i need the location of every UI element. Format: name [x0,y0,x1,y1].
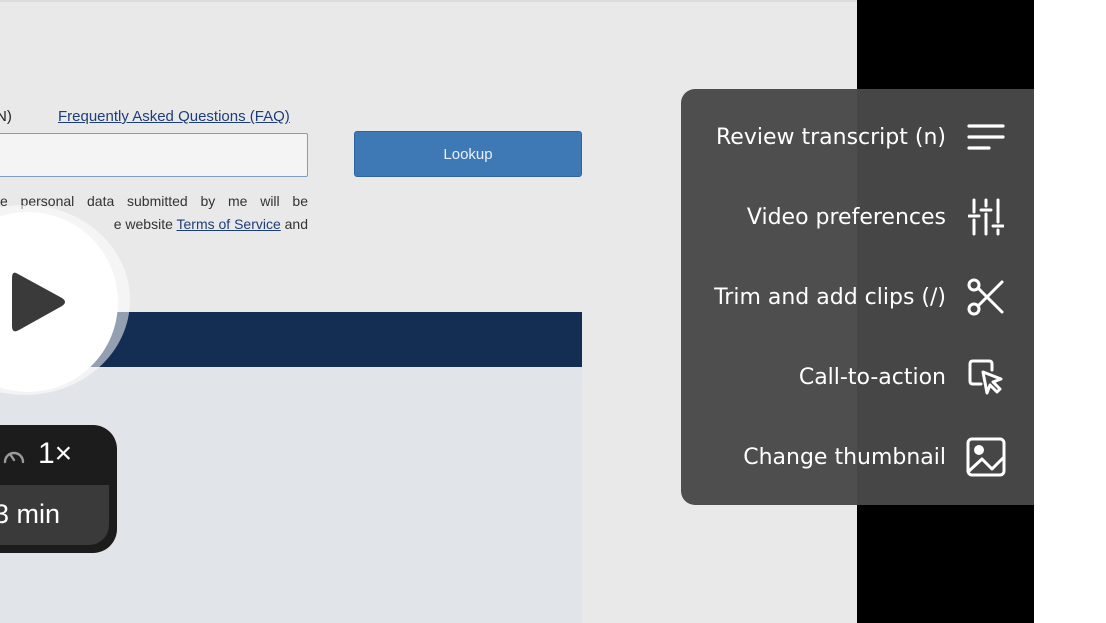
transcript-lines-icon [966,117,1006,157]
lookup-button[interactable]: Lookup [354,131,582,177]
image-icon [966,437,1006,477]
video-options-menu: Review transcript (n) Video preferences … [681,89,1034,505]
menu-item-label: Review transcript (n) [716,124,946,150]
menu-item-label: Video preferences [746,204,946,230]
menu-item-label: Call-to-action [798,364,946,390]
play-icon [12,272,65,332]
menu-item-trim-clips[interactable]: Trim and add clips (/) [681,257,1034,337]
menu-item-review-transcript[interactable]: Review transcript (n) [681,97,1034,177]
menu-item-label: Change thumbnail [743,444,946,470]
faq-prefix: N) [0,108,12,125]
menu-item-label: Trim and add clips (/) [714,284,946,310]
speedometer-icon [3,451,25,464]
terms-of-service-link[interactable]: Terms of Service [177,216,281,232]
top-divider [0,0,857,2]
menu-item-call-to-action[interactable]: Call-to-action [681,337,1034,417]
playback-controls-pill: 1× 3 min [0,425,117,553]
consent-text-fragment: e website [113,216,177,232]
playback-speed-button[interactable]: 1× [0,425,117,485]
consent-text-end: and [280,216,308,232]
menu-item-video-preferences[interactable]: Video preferences [681,177,1034,257]
sliders-icon [966,197,1006,237]
faq-link[interactable]: Frequently Asked Questions (FAQ) [58,108,290,125]
cursor-click-icon [966,357,1006,397]
duration-label: 3 min [0,499,61,529]
lookup-input[interactable] [0,133,308,177]
playback-speed-label: 1× [38,437,73,470]
faq-row: N) Frequently Asked Questions (FAQ) [0,108,310,128]
duration-display: 3 min [0,485,109,545]
scissors-icon [966,277,1006,317]
menu-item-change-thumbnail[interactable]: Change thumbnail [681,417,1034,497]
